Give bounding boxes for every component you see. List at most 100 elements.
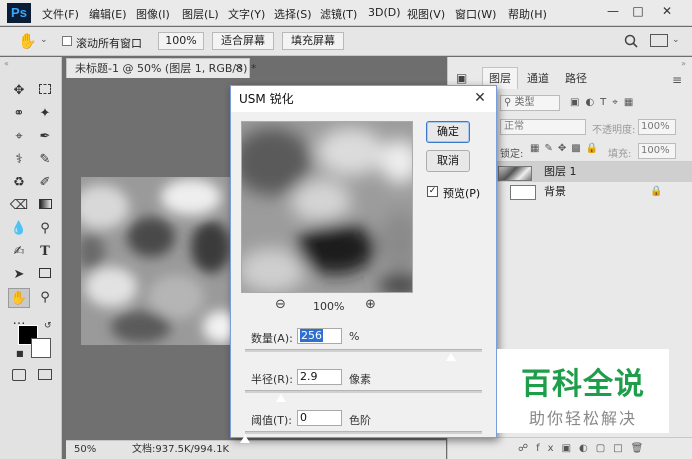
menu-3d[interactable]: 3D(D) <box>368 6 401 19</box>
healing-brush-tool-icon[interactable]: ⚕ <box>8 150 30 170</box>
pen-tool-icon[interactable]: ✍ <box>8 242 30 262</box>
dodge-tool-icon[interactable]: ⚲ <box>34 219 56 239</box>
dialog-title: USM 锐化 <box>231 86 496 112</box>
screen-mode-icon[interactable] <box>38 369 52 380</box>
radius-slider[interactable] <box>245 390 482 393</box>
maximize-icon[interactable]: □ <box>625 0 651 22</box>
layer-name: 背景 <box>544 185 566 198</box>
tab-channels[interactable]: 通道 <box>520 67 556 89</box>
blend-mode-select[interactable]: 正常 <box>500 119 586 135</box>
hand-tool-icon[interactable]: ✋ <box>18 32 37 50</box>
opacity-input[interactable]: 100% <box>638 119 676 135</box>
blur-tool-icon[interactable]: 💧 <box>8 219 30 239</box>
layer-row[interactable]: 背景 🔒 <box>500 182 670 202</box>
menu-image[interactable]: 图像(I) <box>136 6 170 22</box>
crop-tool-icon[interactable]: ⌖ <box>8 127 30 147</box>
marquee-tool-icon[interactable] <box>34 81 56 101</box>
radius-slider-thumb[interactable] <box>274 393 287 403</box>
move-tool-icon[interactable]: ✥ <box>8 81 30 101</box>
history-brush-tool-icon[interactable]: ✐ <box>34 173 56 193</box>
filter-kind-icon: ⚲ <box>504 97 515 108</box>
quick-mask-icon[interactable] <box>12 369 26 381</box>
menu-edit[interactable]: 编辑(E) <box>89 6 127 22</box>
zoom-tool-icon[interactable]: ⚲ <box>34 288 56 308</box>
gradient-tool-icon[interactable] <box>34 196 56 216</box>
threshold-slider-thumb[interactable] <box>239 434 251 444</box>
layer-actions-icons[interactable]: ☍fx▣◐▢□🗑 <box>518 443 651 454</box>
tab-paths[interactable]: 路径 <box>558 67 594 89</box>
cancel-button[interactable]: 取消 <box>426 150 470 172</box>
amount-label: 数量(A): <box>251 332 293 345</box>
amount-value: 256 <box>300 329 323 342</box>
path-selection-tool-icon[interactable]: ➤ <box>8 265 30 285</box>
hand-tool-icon[interactable]: ✋ <box>8 288 30 308</box>
filter-icons[interactable]: ▣◐T⌖▦ <box>570 97 639 108</box>
panel-menu-icon[interactable]: ≡ <box>672 73 682 87</box>
tools-panel: « ✥ ⚭ ✦ ⌖ ✒ ⚕ ✎ ♻ ✐ ⌫ 💧 ⚲ ✍ T ➤ ✋ ⚲ … ↺ … <box>0 57 62 459</box>
menu-select[interactable]: 选择(S) <box>274 6 312 22</box>
menu-layer[interactable]: 图层(L) <box>182 6 219 22</box>
background-color-swatch[interactable] <box>31 338 51 358</box>
search-icon[interactable] <box>624 34 638 48</box>
preview-image[interactable] <box>241 121 413 293</box>
fit-screen-button[interactable]: 适合屏幕 <box>212 32 274 50</box>
amount-slider[interactable] <box>245 349 482 352</box>
ok-button[interactable]: 确定 <box>426 121 470 143</box>
zoom-in-icon[interactable]: ⊕ <box>365 297 376 312</box>
rectangle-tool-icon[interactable] <box>34 265 56 285</box>
collapse-icon[interactable]: » <box>681 59 686 68</box>
clone-stamp-tool-icon[interactable]: ♻ <box>8 173 30 193</box>
fill-screen-button[interactable]: 填充屏幕 <box>282 32 344 50</box>
lasso-tool-icon[interactable]: ⚭ <box>8 104 30 124</box>
threshold-unit: 色阶 <box>349 414 371 427</box>
threshold-slider[interactable] <box>245 431 482 434</box>
threshold-label: 阈值(T): <box>251 414 293 427</box>
minimize-icon[interactable]: — <box>600 0 626 22</box>
magic-wand-tool-icon[interactable]: ✦ <box>34 104 56 124</box>
brush-tool-icon[interactable]: ✎ <box>34 150 56 170</box>
workspace-icon[interactable] <box>650 34 668 47</box>
close-icon[interactable]: ✕ <box>654 0 680 22</box>
menu-view[interactable]: 视图(V) <box>407 6 445 22</box>
radius-input[interactable]: 2.9 <box>297 369 342 385</box>
opacity-label: 不透明度: <box>592 125 636 136</box>
filter-kind-select[interactable]: ⚲ 类型 <box>500 95 560 111</box>
watermark-title: 百科全说 <box>521 367 645 402</box>
lock-icons[interactable]: ▦✎✥▩🔒 <box>530 143 603 154</box>
amount-input[interactable]: 256 <box>297 328 342 344</box>
menu-file[interactable]: 文件(F) <box>42 6 79 22</box>
canvas-image <box>81 177 231 345</box>
collapse-icon[interactable]: « <box>4 59 9 68</box>
layer-row[interactable]: 图层 1 <box>498 162 670 182</box>
preview-checkbox[interactable]: ✓ <box>427 186 438 197</box>
type-tool-icon[interactable]: T <box>34 242 56 262</box>
panel-icon[interactable]: ▣ <box>456 71 467 85</box>
close-icon[interactable]: ✕ <box>470 88 490 108</box>
layers-footer: ☍fx▣◐▢□🗑 <box>448 437 692 459</box>
document-tab[interactable]: 未标题-1 @ 50% (图层 1, RGB/8) * ✕ <box>66 58 256 78</box>
chevron-down-icon[interactable]: ⌄ <box>40 35 48 45</box>
default-colors-icon[interactable]: ■ <box>16 349 24 358</box>
fill-input[interactable]: 100% <box>638 143 676 159</box>
eraser-tool-icon[interactable]: ⌫ <box>8 196 30 216</box>
menu-help[interactable]: 帮助(H) <box>508 6 547 22</box>
lock-label: 锁定: <box>500 149 524 160</box>
amount-slider-thumb[interactable] <box>445 352 458 362</box>
threshold-input[interactable]: 0 <box>297 410 342 426</box>
photoshop-logo: Ps <box>7 3 31 23</box>
scroll-all-checkbox[interactable] <box>62 36 72 46</box>
filter-kind-value: 类型 <box>514 97 535 108</box>
menu-window[interactable]: 窗口(W) <box>455 6 496 22</box>
menu-filter[interactable]: 滤镜(T) <box>320 6 357 22</box>
layer-thumbnail <box>498 166 532 181</box>
watermark-subtitle: 助你轻松解决 <box>528 409 637 428</box>
zoom-100-button[interactable]: 100% <box>158 32 204 50</box>
zoom-out-icon[interactable]: ⊖ <box>275 297 286 312</box>
zoom-level[interactable]: 50% <box>74 441 96 459</box>
menu-type[interactable]: 文字(Y) <box>228 6 265 22</box>
swap-colors-icon[interactable]: ↺ <box>44 321 52 331</box>
close-tab-icon[interactable]: ✕ <box>235 59 243 78</box>
eyedropper-tool-icon[interactable]: ✒ <box>34 127 56 147</box>
lock-icon: 🔒 <box>650 186 663 197</box>
chevron-down-icon[interactable]: ⌄ <box>672 35 680 45</box>
